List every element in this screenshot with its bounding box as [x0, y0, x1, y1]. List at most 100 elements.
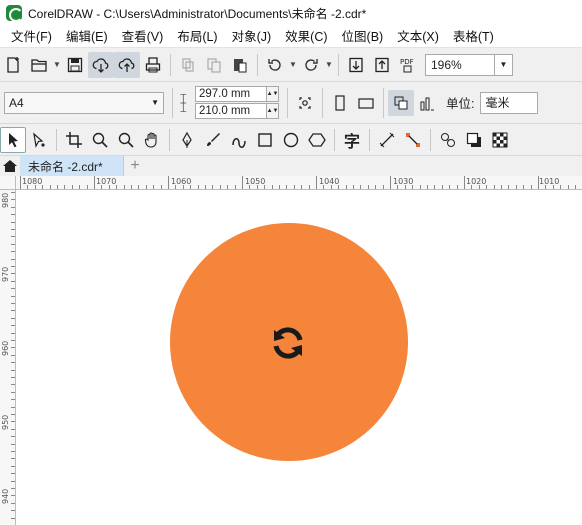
undo-icon[interactable] [262, 52, 288, 78]
menu-view[interactable]: 查看(V) [115, 26, 171, 48]
page-height-input[interactable]: 210.0 mm [195, 103, 267, 119]
open-folder-icon[interactable] [26, 52, 52, 78]
ruler-tick [175, 185, 177, 189]
add-tab-icon[interactable]: + [124, 156, 146, 176]
publish-pdf-icon[interactable]: PDF [395, 52, 421, 78]
paste-icon[interactable] [227, 52, 253, 78]
ruler-tick [27, 185, 29, 189]
ruler-tick [160, 185, 162, 189]
menu-layout[interactable]: 布局(L) [170, 26, 224, 48]
save-icon[interactable] [62, 52, 88, 78]
cloud-upload-icon[interactable] [114, 51, 140, 78]
ruler-label: 1060 [171, 177, 192, 186]
menu-effects[interactable]: 效果(C) [278, 26, 334, 48]
polygon-tool-icon[interactable] [304, 127, 330, 153]
zoom-dropdown-icon[interactable]: ▼ [495, 53, 513, 76]
ruler-tick [456, 185, 458, 189]
menu-object[interactable]: 对象(J) [225, 26, 279, 48]
ruler-tick [360, 185, 362, 189]
ruler-tick [11, 465, 15, 467]
pen-tool-icon[interactable] [174, 127, 200, 153]
menu-file[interactable]: 文件(F) [4, 26, 59, 48]
drawing-canvas[interactable] [17, 191, 582, 525]
coreldraw-logo-icon [6, 5, 23, 22]
ruler-tick [397, 185, 399, 189]
menu-bitmaps[interactable]: 位图(B) [335, 26, 391, 48]
redo-dropdown-icon[interactable]: ▼ [324, 60, 334, 69]
drop-shadow-icon[interactable] [461, 127, 487, 153]
undo-dropdown-icon[interactable]: ▼ [288, 60, 298, 69]
pick-tool-icon[interactable] [0, 126, 26, 153]
portrait-icon[interactable] [327, 90, 353, 116]
zoom-level-input[interactable]: 196% [425, 53, 495, 76]
ruler-tick [205, 185, 206, 189]
ruler-tick [219, 185, 221, 189]
rectangle-tool-icon[interactable] [252, 127, 278, 153]
ruler-tick [545, 185, 547, 189]
standard-toolbar: ▼ ▼ ▼ PDF 196% ▼ [0, 48, 582, 82]
curve-tool-icon[interactable] [226, 127, 252, 153]
toolbar-separator [383, 87, 384, 118]
cloud-download-icon[interactable] [88, 51, 114, 78]
import-icon[interactable] [343, 52, 369, 78]
menu-text[interactable]: 文本(X) [390, 26, 446, 48]
landscape-icon[interactable] [353, 90, 379, 116]
shape-tool-icon[interactable] [26, 127, 52, 153]
home-icon[interactable] [0, 156, 20, 176]
units-select[interactable]: 毫米 [480, 91, 539, 114]
parallel-dimension-icon[interactable] [374, 127, 400, 153]
units-label: 单位: [446, 97, 475, 111]
export-icon[interactable] [369, 52, 395, 78]
blend-tool-icon[interactable] [435, 127, 461, 153]
current-page-icon[interactable] [414, 90, 440, 116]
ruler-corner[interactable] [0, 176, 16, 190]
paper-size-select[interactable]: A4 ▼ [4, 91, 164, 114]
ruler-tick [11, 436, 15, 438]
ruler-tick [11, 451, 15, 452]
page-width-input[interactable]: 297.0 mm [195, 86, 267, 102]
zoom-level-value: 196% [431, 57, 462, 72]
toolbox: 字 [0, 124, 582, 156]
ruler-tick [575, 185, 576, 189]
tab-document[interactable]: 未命名 -2.cdr* [20, 156, 124, 176]
vertical-ruler[interactable]: 980 970 960 950 940 [0, 190, 16, 525]
print-icon[interactable] [140, 52, 166, 78]
ruler-tick [11, 303, 15, 304]
ruler-tick [515, 185, 517, 189]
toolbar-separator [334, 128, 335, 151]
redo-icon[interactable] [298, 52, 324, 78]
sync-icon[interactable] [266, 321, 310, 365]
page-size-adjust-icon[interactable] [292, 90, 318, 116]
height-spinner[interactable]: ▲▼ [267, 103, 279, 119]
all-pages-icon[interactable] [388, 89, 414, 116]
text-tool-icon[interactable]: 字 [339, 127, 365, 153]
ruler-tick [49, 185, 51, 189]
artistic-media-icon[interactable] [200, 127, 226, 153]
ruler-tick [108, 185, 110, 189]
zoom-tool-icon[interactable] [87, 127, 113, 153]
ruler-tick [197, 185, 199, 189]
menu-edit[interactable]: 编辑(E) [59, 26, 115, 48]
transparency-tool-icon[interactable] [487, 127, 513, 153]
ruler-tick [57, 185, 58, 189]
menu-table[interactable]: 表格(T) [446, 26, 501, 48]
ruler-tick [390, 176, 391, 189]
cut-icon[interactable] [175, 52, 201, 78]
pan-zoom-icon[interactable] [113, 127, 139, 153]
pan-hand-icon[interactable] [139, 127, 165, 153]
ruler-tick [11, 480, 15, 482]
ruler-tick [271, 185, 273, 189]
copy-icon[interactable] [201, 52, 227, 78]
open-dropdown-icon[interactable]: ▼ [52, 60, 62, 69]
property-bar: A4 ▼ 297.0 mm ▲▼ 210.0 mm ▲▼ 单位: 毫米 [0, 82, 582, 124]
ruler-tick [404, 185, 406, 189]
crop-tool-icon[interactable] [61, 127, 87, 153]
ruler-tick [71, 185, 73, 189]
new-document-icon[interactable] [0, 52, 26, 78]
horizontal-ruler[interactable]: 1080 1070 1060 1050 1040 1030 1020 1010 [16, 176, 582, 190]
connector-tool-icon[interactable] [400, 127, 426, 153]
toolbar-separator [170, 53, 171, 76]
width-spinner[interactable]: ▲▼ [267, 86, 279, 102]
ruler-tick [308, 185, 310, 189]
ellipse-tool-icon[interactable] [278, 127, 304, 153]
